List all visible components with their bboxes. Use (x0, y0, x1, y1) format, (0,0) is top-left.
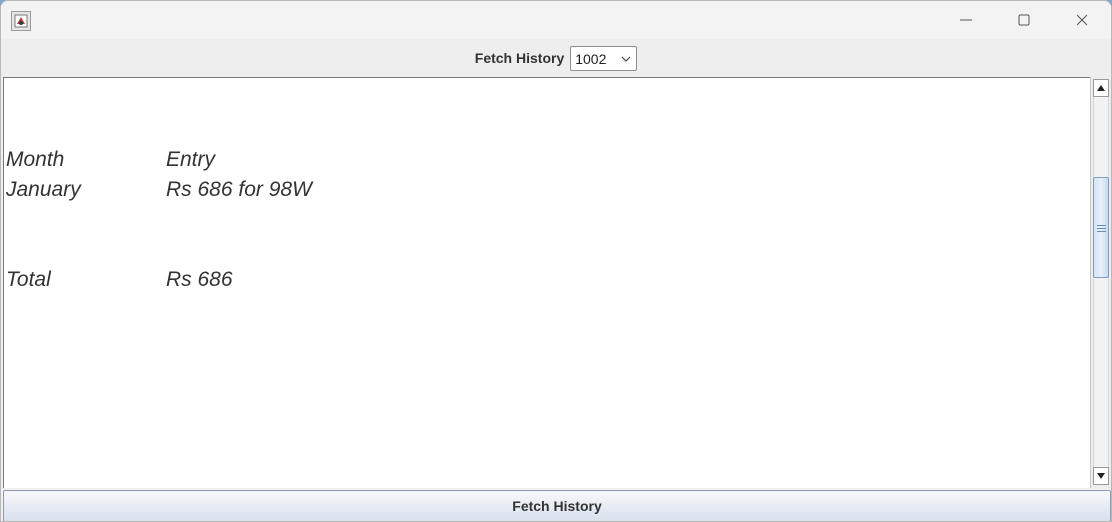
history-entry: Rs 686 for 98W (166, 178, 312, 201)
arrow-up-icon (1097, 85, 1105, 91)
fetch-history-button[interactable]: Fetch History (3, 490, 1111, 521)
entry-column-header: Entry (166, 148, 216, 171)
grip-line (1097, 231, 1106, 232)
vertical-scrollbar[interactable] (1090, 77, 1111, 488)
total-label: Total (6, 268, 51, 291)
month-column-header: Month (6, 148, 65, 171)
scroll-thumb[interactable] (1093, 177, 1109, 278)
scroll-down-button[interactable] (1093, 467, 1109, 485)
title-bar[interactable] (1, 1, 1111, 39)
history-month: January (6, 178, 81, 201)
fetch-toolbar: Fetch History 1002 (1, 39, 1111, 77)
grip-line (1097, 225, 1106, 226)
maximize-icon[interactable] (995, 1, 1053, 39)
minimize-icon[interactable] (937, 1, 995, 39)
app-window: Fetch History 1002 Month Entry January R… (0, 0, 1112, 522)
chevron-down-icon (621, 56, 631, 62)
arrow-down-icon (1097, 473, 1105, 479)
history-row: January Rs 686 for 98W (6, 178, 312, 204)
close-icon[interactable] (1053, 1, 1111, 39)
scroll-track[interactable] (1093, 97, 1109, 467)
scroll-up-button[interactable] (1093, 79, 1109, 97)
fetch-history-label: Fetch History (474, 50, 565, 66)
customer-id-value: 1002 (575, 50, 607, 67)
customer-id-select[interactable]: 1002 (570, 45, 638, 71)
total-value: Rs 686 (166, 268, 233, 291)
history-total-row: Total Rs 686 (6, 268, 233, 294)
history-text-area[interactable]: Month Entry January Rs 686 for 98W Total… (3, 77, 1090, 488)
history-header-row: Month Entry (6, 148, 215, 174)
java-app-icon (11, 11, 31, 31)
grip-line (1097, 228, 1106, 229)
